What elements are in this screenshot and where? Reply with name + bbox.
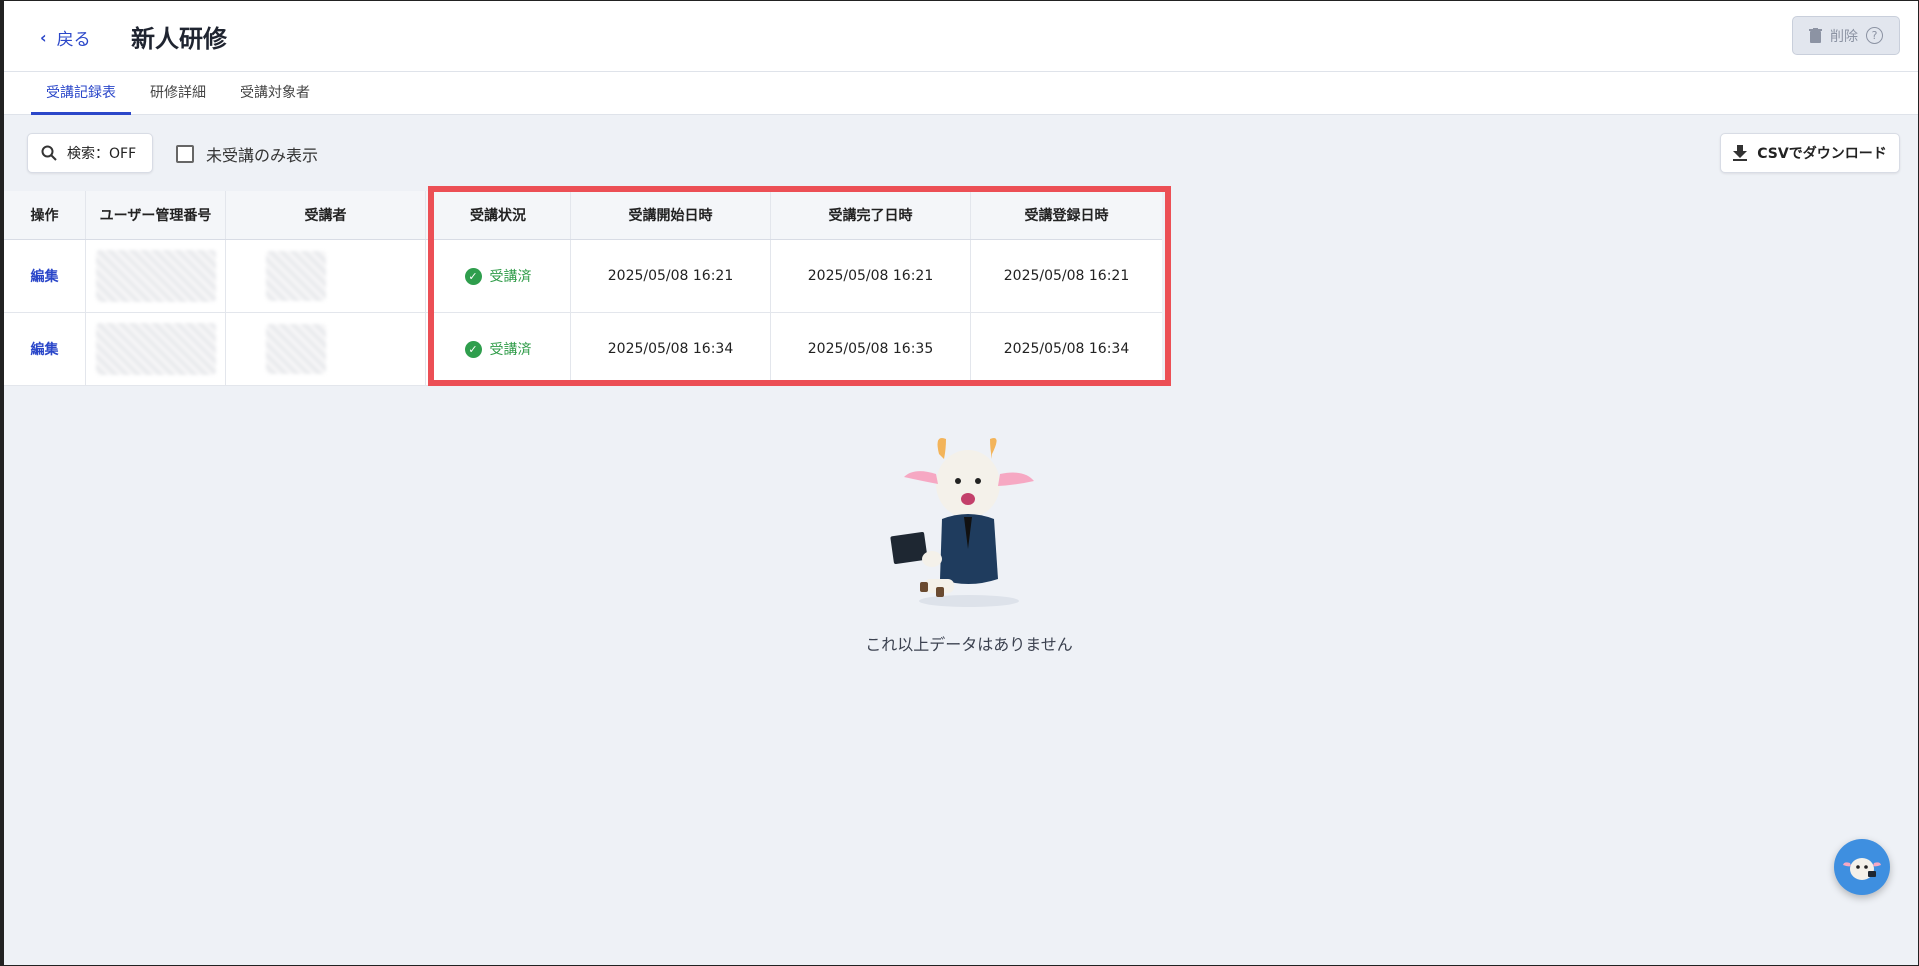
column-header-registered-time: 受講登録日時 [1024,208,1109,224]
back-link[interactable]: ‹ 戻る [40,23,91,51]
edit-link[interactable]: 編集 [31,266,59,286]
column-header-trainee: 受講者 [226,191,426,239]
unattended-only-checkbox[interactable] [176,145,194,163]
redacted-user-id [95,250,216,302]
status-badge: ✓ 受講済 [464,339,532,359]
table-row: 編集 ✓ 受講済 2025/05/08 16:34 2025/05/08 16:… [4,313,1162,386]
redacted-user-id [95,323,216,375]
trash-icon [1809,28,1822,43]
goat-mascot-illustration [890,438,1034,607]
help-icon[interactable]: ? [1866,27,1883,44]
empty-state-message: これ以上データはありません [865,635,1073,654]
edit-link[interactable]: 編集 [31,339,59,359]
table-row: 編集 ✓ 受講済 2025/05/08 16:21 2025/05/08 16:… [4,240,1162,313]
column-header-user-id: ユーザー管理番号 [86,191,226,239]
start-time-cell: 2025/05/08 16:21 [571,240,771,312]
status-label: 受講済 [489,269,532,285]
search-toggle-button[interactable]: 検索：OFF [27,133,153,173]
chat-support-button[interactable] [1834,839,1890,895]
registered-time-cell: 2025/05/08 16:21 [1003,268,1130,284]
csv-download-label: CSVでダウンロード [1757,146,1887,162]
csv-download-button[interactable]: CSVでダウンロード [1720,133,1900,173]
end-time-cell: 2025/05/08 16:21 [771,240,971,312]
tab-training-details[interactable]: 研修詳細 [135,72,221,115]
download-icon [1733,145,1748,161]
status-badge: ✓ 受講済 [464,266,532,286]
goat-face-icon [1843,858,1881,880]
delete-label: 削除 [1830,28,1858,45]
redacted-trainee-name [265,251,326,301]
attendance-table: 操作 ユーザー管理番号 受講者 受講状況 受講開始日時 受講完了日時 受講登録日… [4,191,1162,386]
redacted-trainee-name [265,324,326,374]
end-time-cell: 2025/05/08 16:35 [771,313,971,385]
column-header-status: 受講状況 [426,191,571,239]
start-time-cell: 2025/05/08 16:34 [571,313,771,385]
check-circle-icon: ✓ [464,340,482,358]
page-header: ‹ 戻る 新人研修 削除 ? [4,1,1918,72]
unattended-only-label: 未受講のみ表示 [206,146,319,165]
status-label: 受講済 [489,342,532,358]
check-circle-icon: ✓ [464,267,482,285]
tab-attendance-record[interactable]: 受講記録表 [31,72,131,115]
unattended-only-filter[interactable]: 未受講のみ表示 [176,142,318,166]
chevron-left-icon: ‹ [40,27,47,47]
tab-target-trainees[interactable]: 受講対象者 [225,72,325,115]
back-label: 戻る [56,29,91,50]
table-header-row: 操作 ユーザー管理番号 受講者 受講状況 受講開始日時 受講完了日時 受講登録日… [4,191,1162,240]
search-toggle-label: 検索：OFF [67,146,137,162]
page-title: 新人研修 [131,25,227,53]
column-header-start-time: 受講開始日時 [571,191,771,239]
delete-button[interactable]: 削除 ? [1792,16,1900,55]
tab-bar: 受講記録表 研修詳細 受講対象者 [4,72,1918,115]
app-frame: ‹ 戻る 新人研修 削除 ? 受講記録表 研修詳細 受講対象者 検索：OFF 未… [0,0,1919,966]
registered-time-cell: 2025/05/08 16:34 [1003,341,1130,357]
column-header-end-time: 受講完了日時 [771,191,971,239]
search-icon [41,145,57,161]
column-header-action: 操作 [4,191,86,239]
